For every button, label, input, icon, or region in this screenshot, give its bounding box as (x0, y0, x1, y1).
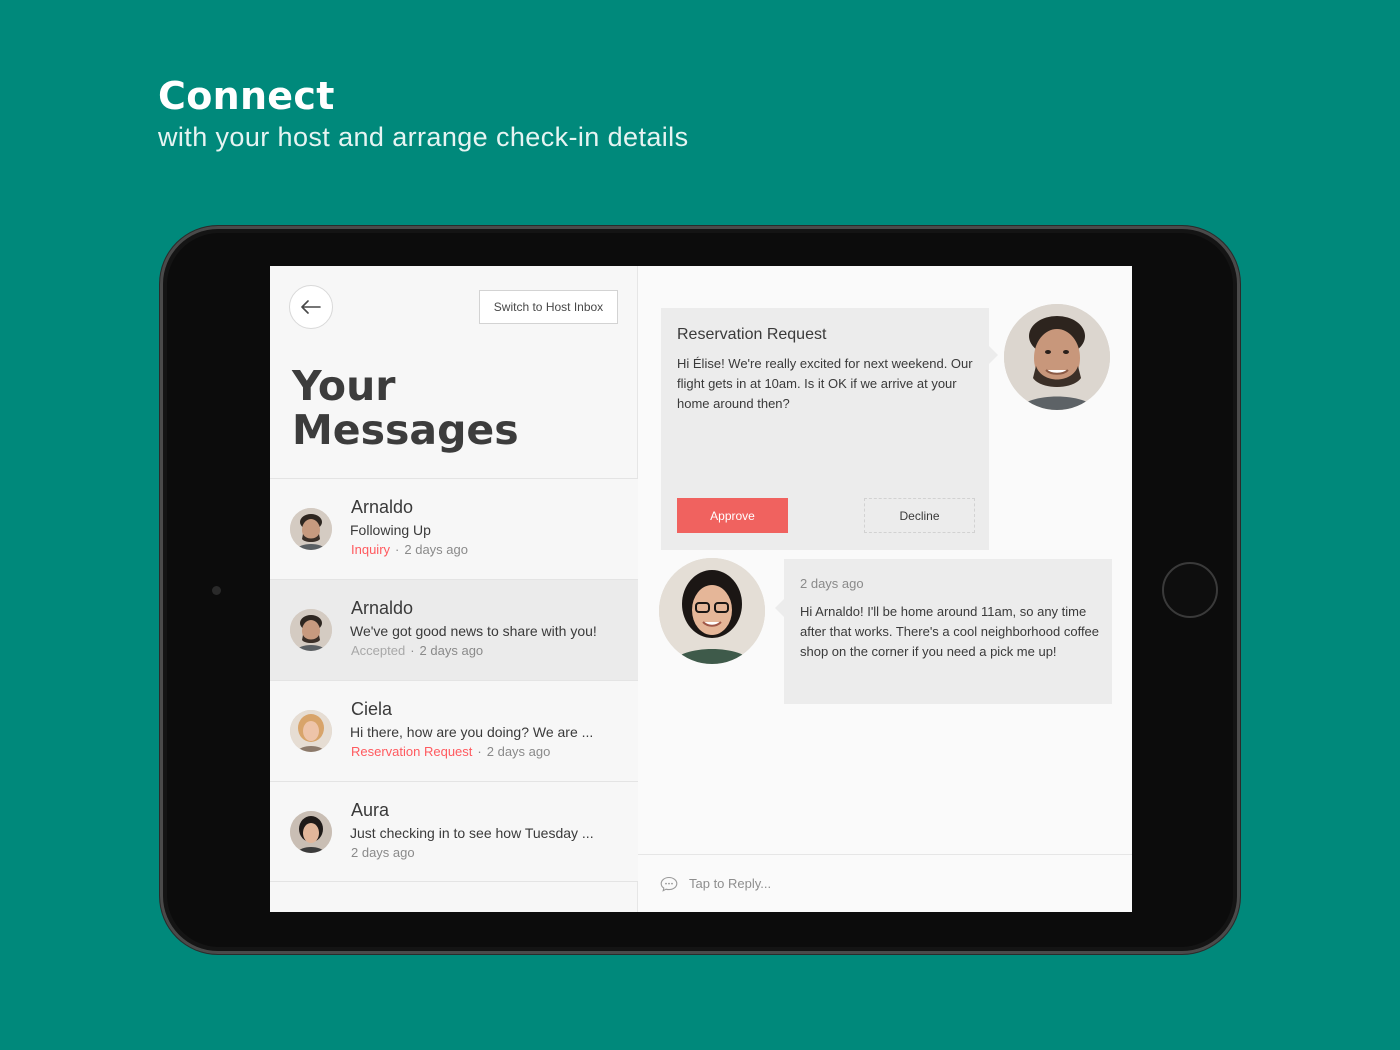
thread-meta: Accepted · 2 days ago (351, 643, 483, 658)
back-button[interactable] (289, 285, 333, 329)
separator-dot: · (395, 542, 400, 557)
inbox-pane: Switch to Host Inbox Your Messages Arnal… (270, 266, 638, 912)
reply-input-placeholder[interactable]: Tap to Reply... (689, 876, 771, 891)
thread-item[interactable]: Arnaldo Following Up Inquiry · 2 days ago (270, 478, 638, 579)
thread-time: 2 days ago (486, 744, 551, 759)
reservation-request-card: Reservation Request Hi Élise! We're real… (661, 308, 998, 550)
hero-title: Connect (158, 74, 335, 118)
guest-avatar-arnaldo (1004, 304, 1110, 410)
decline-button[interactable]: Decline (864, 498, 975, 533)
thread-status: Accepted (351, 643, 406, 658)
thread-meta: 2 days ago (351, 845, 415, 860)
separator-dot: · (410, 643, 415, 658)
approve-button[interactable]: Approve (677, 498, 788, 533)
thread-preview: Hi there, how are you doing? We are ... (350, 724, 594, 740)
thread-preview: Following Up (350, 522, 431, 538)
thread-item[interactable]: Ciela Hi there, how are you doing? We ar… (270, 680, 638, 781)
reply-timestamp: 2 days ago (800, 576, 864, 591)
thread-name: Arnaldo (351, 497, 414, 517)
conversation-pane: Reservation Request Hi Élise! We're real… (638, 266, 1132, 912)
app-screen: Switch to Host Inbox Your Messages Arnal… (270, 266, 1132, 912)
compose-bar[interactable]: Tap to Reply... (638, 854, 1132, 912)
thread-preview: We've got good news to share with you! (350, 623, 597, 639)
avatar (290, 811, 332, 853)
request-message: Hi Élise! We're really excited for next … (677, 356, 973, 411)
camera-icon (212, 586, 221, 595)
host-avatar-elise (659, 558, 765, 664)
reply-message-card: 2 days ago Hi Arnaldo! I'll be home arou… (775, 559, 1112, 704)
chat-bubble-icon (660, 876, 678, 892)
thread-item[interactable]: Aura Just checking in to see how Tuesday… (270, 781, 638, 882)
page-title-line-2: Messages (292, 406, 519, 454)
reply-message: Hi Arnaldo! I'll be home around 11am, so… (800, 604, 1100, 659)
hero-subtitle: with your host and arrange check-in deta… (158, 122, 689, 152)
thread-item-selected[interactable]: Arnaldo We've got good news to share wit… (270, 579, 638, 680)
thread-meta: Inquiry · 2 days ago (351, 542, 468, 557)
avatar (290, 508, 332, 550)
thread-name: Arnaldo (351, 598, 414, 618)
thread-status: Reservation Request (351, 744, 473, 759)
thread-status: Inquiry (351, 542, 391, 557)
thread-time: 2 days ago (351, 845, 415, 860)
switch-to-host-inbox-button[interactable]: Switch to Host Inbox (479, 290, 618, 324)
page-title: Your Messages (292, 364, 612, 452)
separator-dot: · (477, 744, 482, 759)
avatar (290, 710, 332, 752)
thread-meta: Reservation Request · 2 days ago (351, 744, 550, 759)
thread-time: 2 days ago (404, 542, 468, 557)
page-title-line-1: Your (292, 362, 396, 410)
thread-name: Aura (351, 800, 390, 820)
request-title: Reservation Request (677, 326, 827, 343)
thread-list: Arnaldo Following Up Inquiry · 2 days ago (270, 478, 638, 882)
thread-preview: Just checking in to see how Tuesday ... (350, 825, 594, 841)
thread-time: 2 days ago (419, 643, 484, 658)
arrow-left-icon (301, 300, 321, 314)
avatar (290, 609, 332, 651)
home-button[interactable] (1162, 562, 1218, 618)
thread-name: Ciela (351, 699, 393, 719)
